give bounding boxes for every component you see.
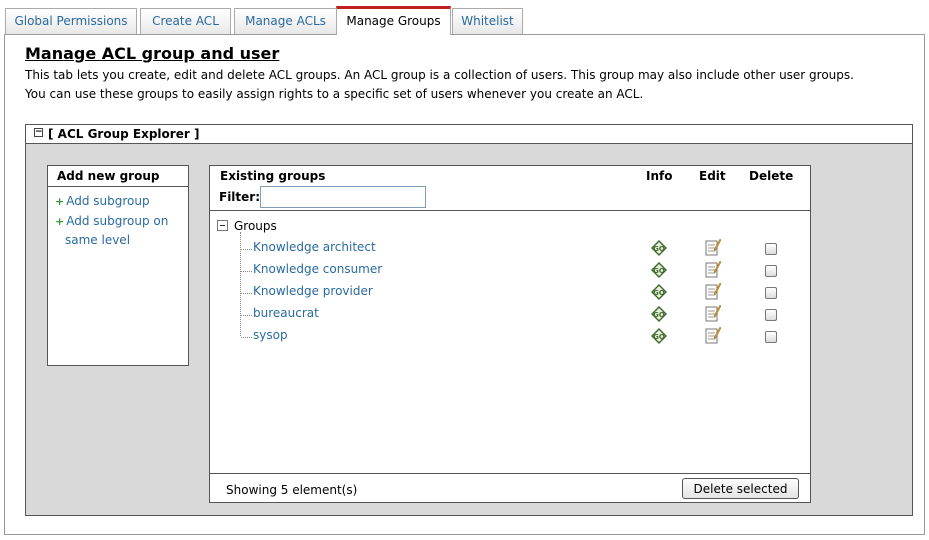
svg-text:GO: GO <box>653 289 665 297</box>
edit-column-header: Edit <box>699 169 726 183</box>
group-row: Knowledge consumer GO <box>210 260 810 282</box>
info-column-header: Info <box>646 169 673 183</box>
tab-global-permissions[interactable]: Global Permissions <box>5 8 137 34</box>
tree-root-label: Groups <box>234 219 277 233</box>
edit-icon[interactable] <box>705 326 721 344</box>
group-row: bureaucrat GO <box>210 304 810 326</box>
info-icon[interactable]: GO <box>651 240 667 256</box>
delete-selected-button[interactable]: Delete selected <box>682 478 799 499</box>
edit-icon[interactable] <box>705 260 721 278</box>
add-same-level-label-line2: same level <box>65 233 131 247</box>
page-description-line1: This tab lets you create, edit and delet… <box>25 68 854 82</box>
explorer-header: − [ ACL Group Explorer ] <box>26 125 912 144</box>
add-subgroup-label: Add subgroup <box>66 194 150 208</box>
group-row: sysop GO <box>210 326 810 348</box>
tree-branch <box>241 337 252 338</box>
delete-checkbox[interactable] <box>765 309 777 321</box>
explorer-title: [ ACL Group Explorer ] <box>48 127 200 141</box>
acl-group-explorer: − [ ACL Group Explorer ] Add new group +… <box>25 124 913 516</box>
add-same-level-label-line1: Add subgroup on <box>66 214 169 228</box>
delete-checkbox[interactable] <box>765 331 777 343</box>
add-subgroup-same-level-link[interactable]: + Add subgroup on <box>55 214 168 228</box>
tab-create-acl[interactable]: Create ACL <box>140 8 231 34</box>
existing-groups-panel: Existing groups Info Edit Delete Filter:… <box>209 165 811 503</box>
tab-manage-groups[interactable]: Manage Groups <box>336 6 451 35</box>
manage-groups-panel: Manage ACL group and user This tab lets … <box>4 34 925 535</box>
plus-icon: + <box>55 215 65 228</box>
tree-branch <box>241 293 252 294</box>
delete-checkbox[interactable] <box>765 265 777 277</box>
group-name-link[interactable]: Knowledge architect <box>253 240 376 254</box>
collapse-icon[interactable]: − <box>34 128 43 137</box>
edit-icon[interactable] <box>705 238 721 256</box>
info-icon[interactable]: GO <box>651 328 667 344</box>
group-row: Knowledge provider GO <box>210 282 810 304</box>
svg-text:GO: GO <box>653 311 665 319</box>
page-description-line2: You can use these groups to easily assig… <box>25 87 644 101</box>
tree-branch <box>241 249 252 250</box>
edit-icon[interactable] <box>705 304 721 322</box>
edit-icon[interactable] <box>705 282 721 300</box>
groups-footer: Showing 5 element(s) Delete selected <box>210 473 810 504</box>
existing-groups-heading: Existing groups <box>220 169 326 183</box>
delete-checkbox[interactable] <box>765 287 777 299</box>
add-new-group-heading: Add new group <box>48 166 188 187</box>
tree-branch <box>241 315 252 316</box>
tree-branch <box>241 271 252 272</box>
info-icon[interactable]: GO <box>651 262 667 278</box>
status-text: Showing 5 element(s) <box>226 483 358 497</box>
existing-groups-header: Existing groups Info Edit Delete <box>210 166 810 186</box>
page-title: Manage ACL group and user <box>25 44 280 63</box>
tab-manage-acls[interactable]: Manage ACLs <box>234 8 337 34</box>
delete-column-header: Delete <box>749 169 794 183</box>
filter-input[interactable] <box>260 186 426 208</box>
add-subgroup-link[interactable]: + Add subgroup <box>55 194 150 208</box>
filter-row: Filter: <box>210 186 810 211</box>
group-name-link[interactable]: sysop <box>253 328 288 342</box>
group-name-link[interactable]: Knowledge consumer <box>253 262 382 276</box>
plus-icon: + <box>55 195 65 208</box>
svg-text:GO: GO <box>653 267 665 275</box>
add-subgroup-same-level-link-cont[interactable]: same level <box>65 233 130 247</box>
group-name-link[interactable]: bureaucrat <box>253 306 319 320</box>
info-icon[interactable]: GO <box>651 306 667 322</box>
info-icon[interactable]: GO <box>651 284 667 300</box>
tab-whitelist[interactable]: Whitelist <box>452 8 523 34</box>
svg-text:GO: GO <box>653 333 665 341</box>
filter-label: Filter: <box>219 190 261 204</box>
svg-text:GO: GO <box>653 245 665 253</box>
tree-collapse-icon[interactable] <box>217 220 228 231</box>
group-row: Knowledge architect GO <box>210 238 810 260</box>
add-new-group-box: Add new group + Add subgroup + Add subgrou… <box>47 165 189 366</box>
delete-checkbox[interactable] <box>765 243 777 255</box>
group-name-link[interactable]: Knowledge provider <box>253 284 373 298</box>
